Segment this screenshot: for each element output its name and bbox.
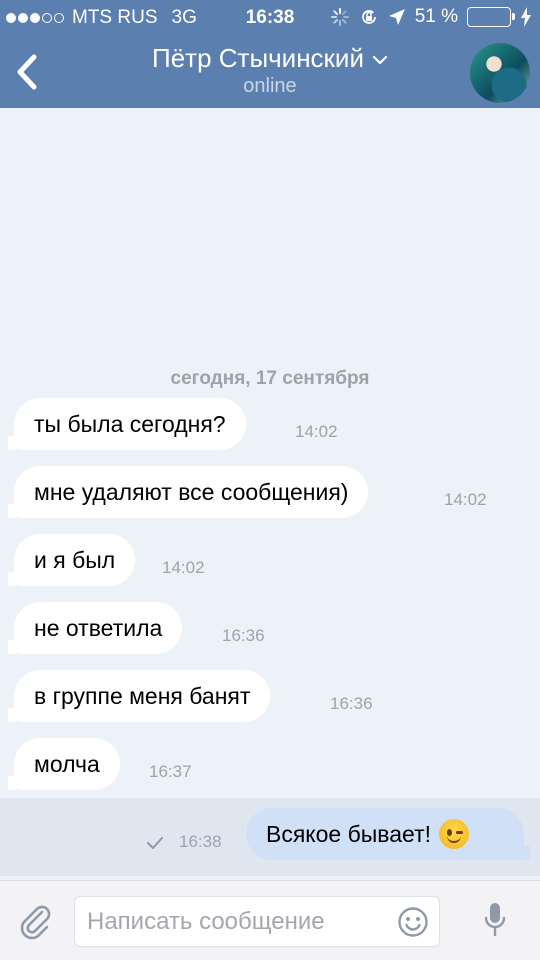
list-item: и я был 14:02 (0, 534, 540, 600)
message-time: 14:02 (444, 490, 487, 509)
rotation-lock-icon (359, 7, 379, 27)
composer-bar (0, 880, 540, 960)
location-arrow-icon (388, 8, 406, 26)
conversation-header[interactable]: Пётр Стычинский online (0, 43, 540, 98)
contact-status: online (243, 75, 297, 97)
list-item: ты была сегодня? 14:02 (0, 398, 540, 464)
list-item: не ответила 16:36 (0, 602, 540, 668)
paperclip-icon (20, 905, 51, 940)
outgoing-message-bubble[interactable]: Всякое бывает! (246, 808, 530, 860)
battery-percent: 51 % (414, 6, 458, 27)
message-time: 16:36 (330, 694, 373, 713)
top-bar: MTS RUS 3G 16:38 51 % Пётр Стычинский on… (0, 0, 540, 108)
smiley-icon (398, 907, 428, 937)
attach-button[interactable] (18, 903, 52, 946)
message-bubble[interactable]: мне удаляют все сообщения) (7, 466, 369, 518)
avatar[interactable] (470, 43, 530, 103)
message-input[interactable] (87, 897, 387, 946)
activity-spinner-icon (330, 7, 350, 27)
voice-message-button[interactable] (484, 901, 506, 944)
message-bubble[interactable]: молча (8, 738, 120, 790)
status-bar: MTS RUS 3G 16:38 51 % (0, 0, 540, 36)
message-time: 16:37 (149, 762, 192, 781)
battery-icon (467, 7, 515, 27)
message-bubble[interactable]: не ответила (7, 602, 183, 654)
message-bubble[interactable]: ты была сегодня? (8, 398, 246, 450)
message-text: Всякое бывает! (266, 820, 431, 847)
message-bubble[interactable]: и я был (7, 534, 136, 586)
message-time: 16:36 (222, 626, 265, 645)
contact-name: Пётр Стычинский (152, 43, 364, 73)
charging-icon (520, 7, 532, 27)
message-field[interactable] (74, 896, 440, 947)
message-time: 14:02 (162, 558, 205, 577)
message-time: 16:38 (179, 832, 222, 851)
list-item: мне удаляют все сообщения) 14:02 (0, 466, 540, 532)
chevron-down-icon (372, 55, 388, 64)
winking-face-icon (439, 819, 469, 849)
outgoing-message-row: 16:38 Всякое бывает! (0, 798, 540, 876)
list-item: в группе меня банят 16:36 (0, 670, 540, 736)
emoji-button[interactable] (397, 906, 429, 943)
date-separator: сегодня, 17 сентября (170, 368, 370, 389)
message-list[interactable]: сегодня, 17 сентября ты была сегодня? 14… (0, 108, 540, 880)
message-bubble[interactable]: в группе меня банят (7, 670, 271, 722)
microphone-icon (484, 903, 506, 937)
message-time: 14:02 (295, 422, 338, 441)
sent-check-icon (147, 837, 163, 849)
list-item: молча 16:37 (0, 738, 540, 804)
